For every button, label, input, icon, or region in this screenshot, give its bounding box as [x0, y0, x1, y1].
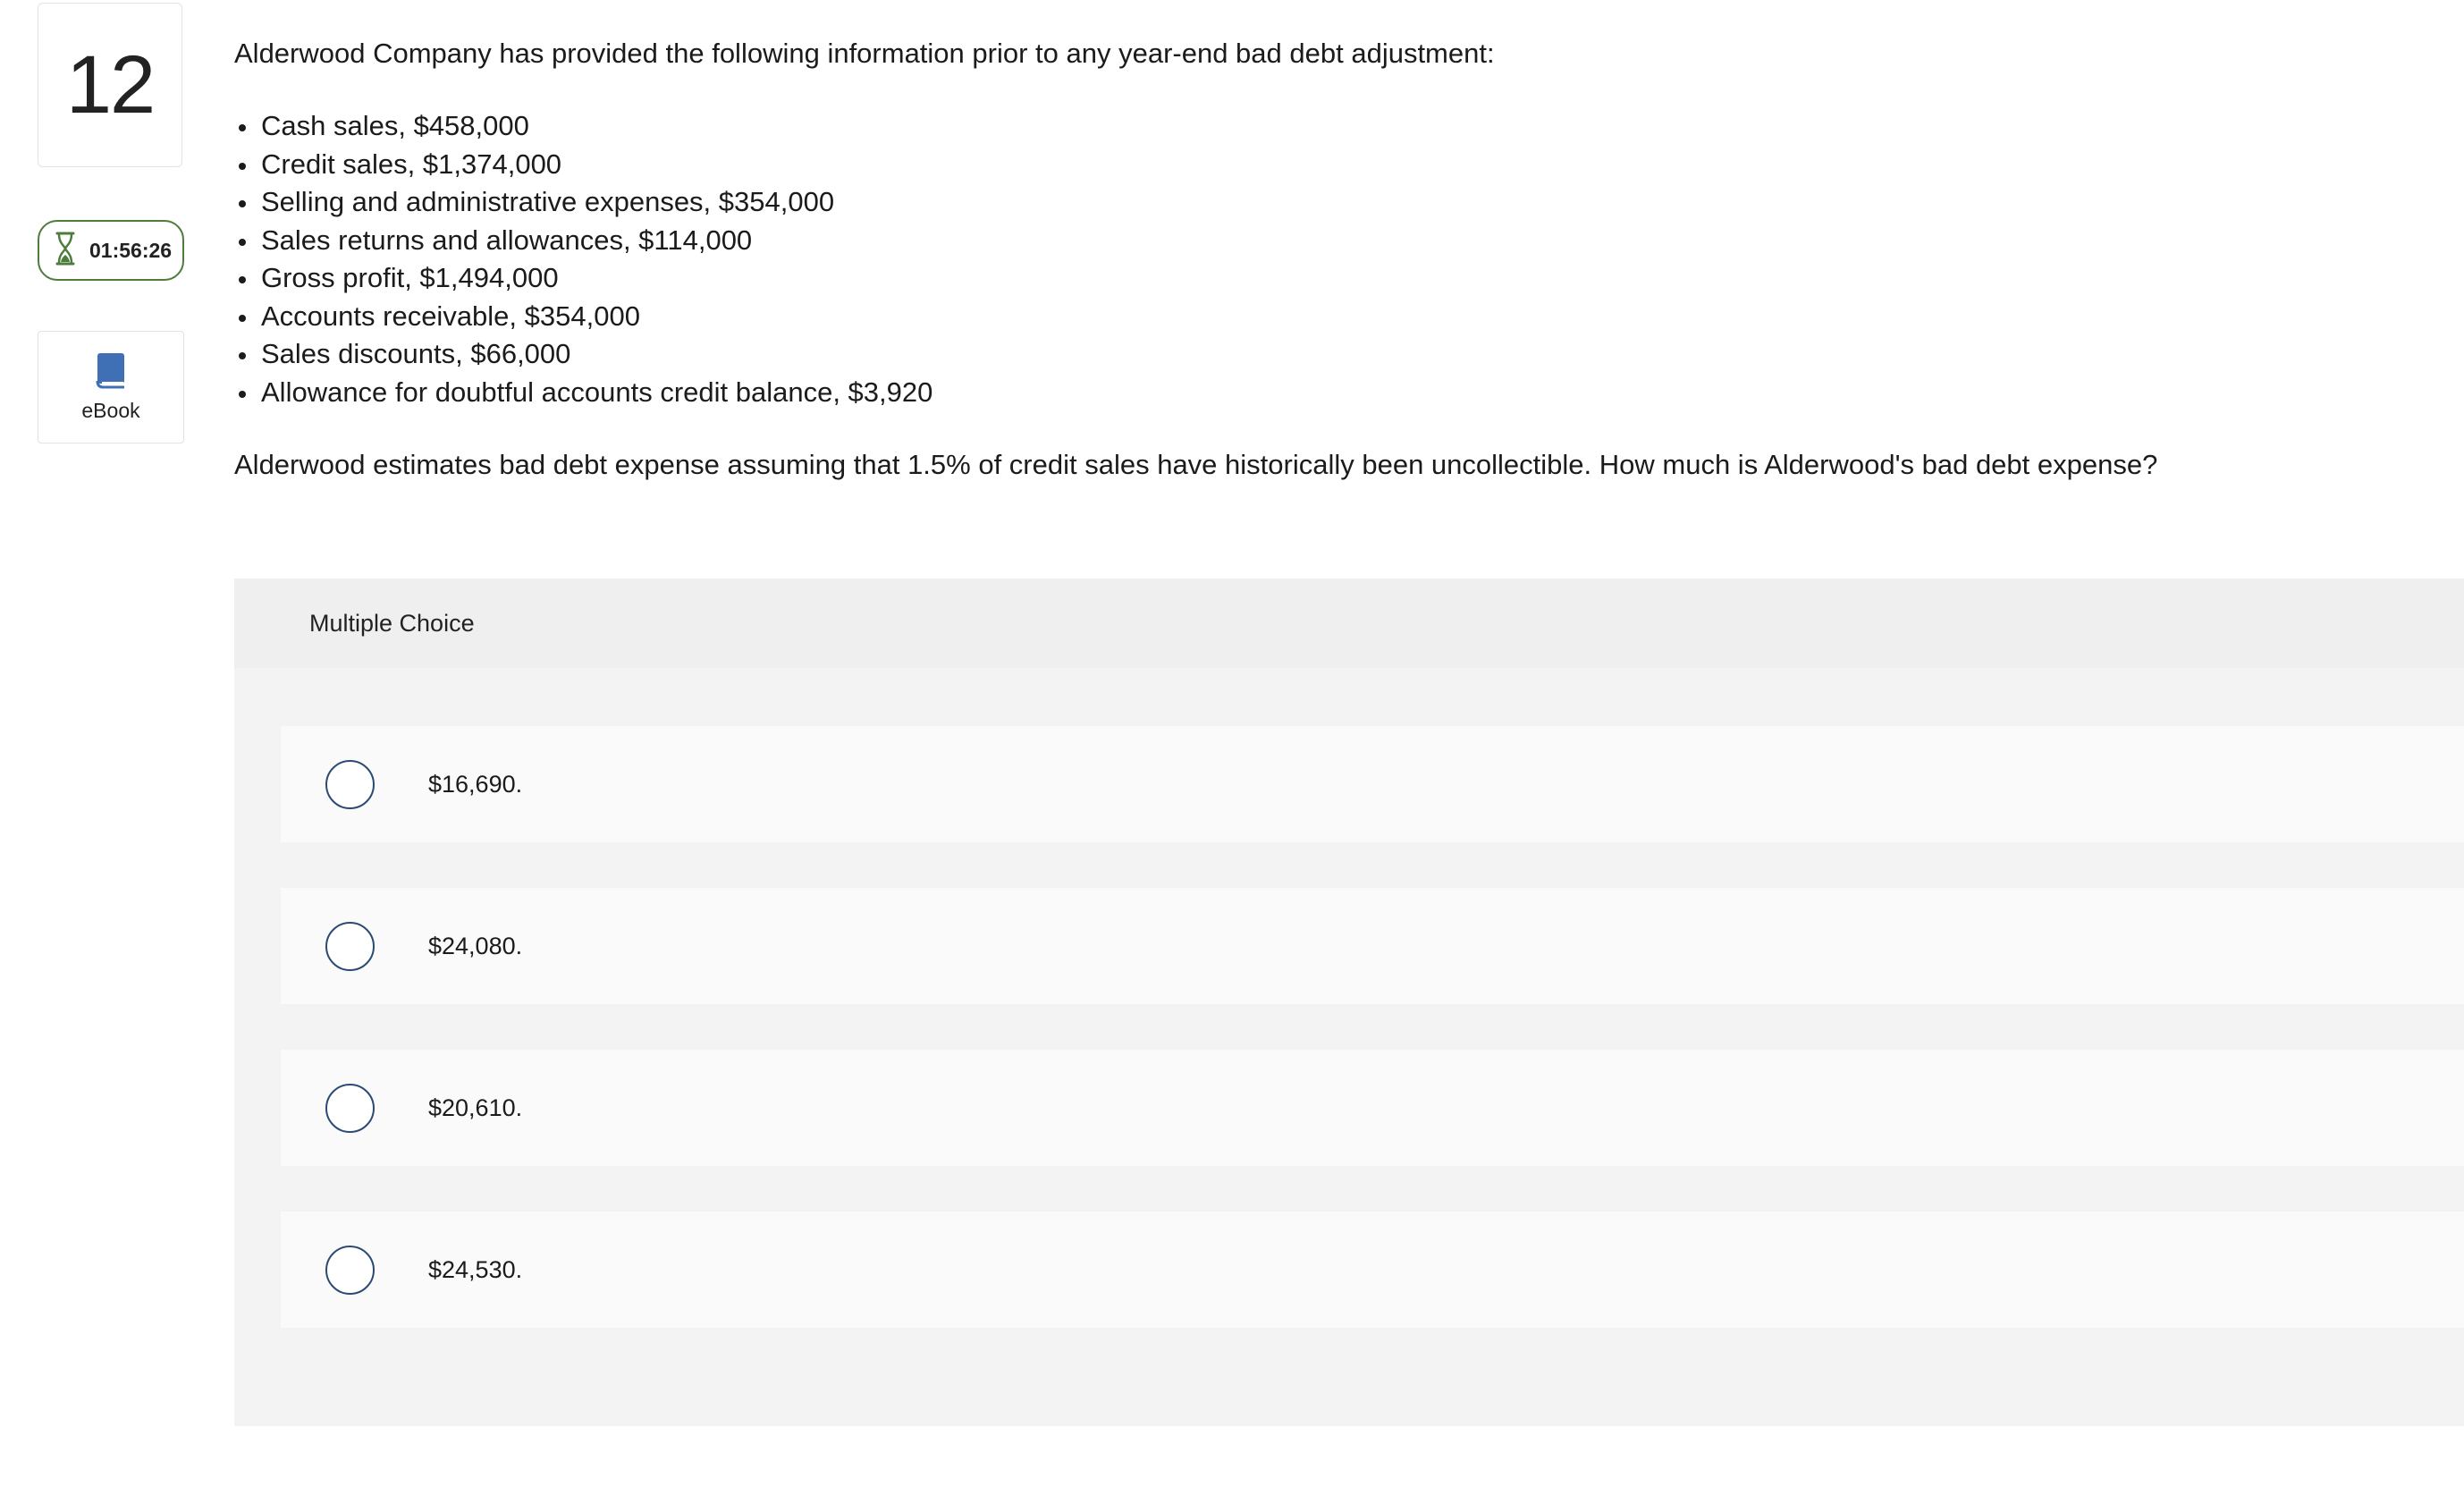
- choice-option-4[interactable]: $24,530.: [281, 1212, 2464, 1328]
- multiple-choice-header: Multiple Choice: [234, 579, 2464, 668]
- list-item: Allowance for doubtful accounts credit b…: [234, 374, 2416, 412]
- list-item: Sales discounts, $66,000: [234, 335, 2416, 374]
- list-item: Accounts receivable, $354,000: [234, 298, 2416, 336]
- question-intro: Alderwood Company has provided the follo…: [234, 38, 1495, 69]
- timer-value: 01:56:26: [89, 238, 173, 262]
- choice-label: $24,080.: [428, 932, 523, 959]
- question-number-box: 12: [38, 3, 182, 167]
- list-item: Credit sales, $1,374,000: [234, 146, 2416, 184]
- facts-list: Cash sales, $458,000 Credit sales, $1,37…: [234, 107, 2416, 411]
- timer-badge: 01:56:26: [38, 220, 184, 281]
- ebook-button[interactable]: eBook: [38, 331, 184, 443]
- question-page: 12 01:56:26 eBook Alderwood Company has …: [0, 0, 2464, 1495]
- choice-option-1[interactable]: $16,690.: [281, 726, 2464, 842]
- list-item: Sales returns and allowances, $114,000: [234, 222, 2416, 260]
- ebook-label: eBook: [81, 399, 140, 422]
- choice-option-3[interactable]: $20,610.: [281, 1050, 2464, 1166]
- choice-option-2[interactable]: $24,080.: [281, 888, 2464, 1004]
- radio-button[interactable]: [325, 1083, 375, 1133]
- question-body: Alderwood Company has provided the follo…: [234, 34, 2416, 485]
- list-item: Cash sales, $458,000: [234, 107, 2416, 146]
- choice-label: $24,530.: [428, 1255, 523, 1283]
- hourglass-icon: [54, 231, 77, 271]
- multiple-choice-panel: Multiple Choice $16,690. $24,080. $20,61…: [234, 579, 2464, 1426]
- choice-label: $16,690.: [428, 770, 523, 798]
- book-icon: [95, 351, 127, 393]
- question-number: 12: [65, 38, 156, 131]
- list-item: Selling and administrative expenses, $35…: [234, 183, 2416, 222]
- choice-label: $20,610.: [428, 1094, 523, 1121]
- radio-button[interactable]: [325, 1245, 375, 1295]
- question-prompt: Alderwood estimates bad debt expense ass…: [234, 449, 2158, 480]
- list-item: Gross profit, $1,494,000: [234, 259, 2416, 298]
- radio-button[interactable]: [325, 759, 375, 809]
- radio-button[interactable]: [325, 921, 375, 971]
